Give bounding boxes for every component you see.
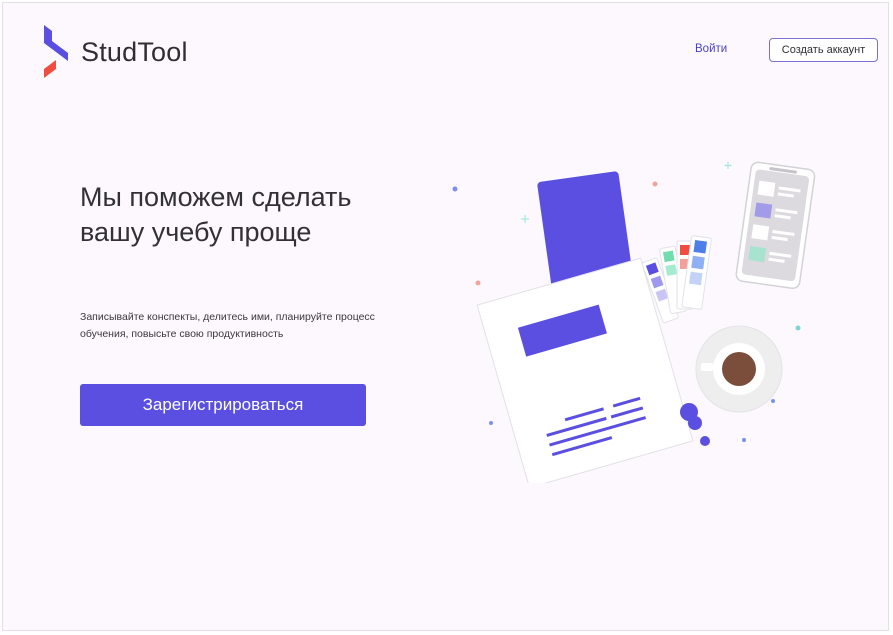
hero-subtitle: Записывайте конспекты, делитесь ими, пла… (80, 311, 375, 340)
studtool-logo-icon (44, 25, 68, 78)
logo[interactable]: StudTool (41, 25, 188, 79)
register-button[interactable]: Зарегистрироваться (80, 384, 366, 426)
login-link[interactable]: Войти (695, 43, 727, 55)
create-account-button[interactable]: Создать аккаунт (769, 38, 878, 62)
study-desk-illustration (452, 161, 816, 483)
landing-page: StudTool Войти Создать аккаунт Мы поможе… (2, 2, 889, 631)
hero-title: Мы поможем сделать вашу учебу проще (80, 182, 352, 247)
logo-text: StudTool (81, 36, 188, 67)
